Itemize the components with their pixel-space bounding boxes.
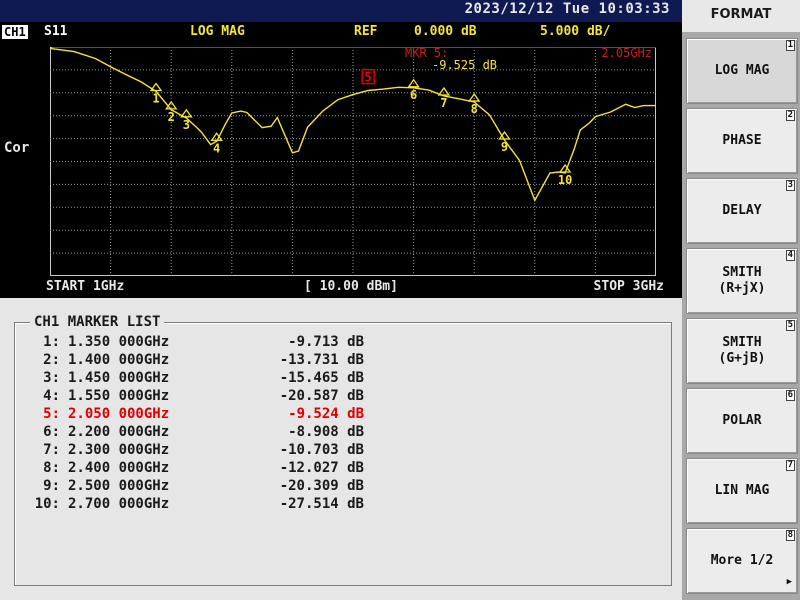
softkey-label: SMITH (R+jX) [718, 265, 766, 296]
marker-frequency: 1.450 000GHz [68, 370, 170, 386]
softkey-label: POLAR [722, 413, 762, 428]
softkey-number: 7 [785, 460, 795, 471]
softkey-label: PHASE [722, 133, 762, 148]
marker-number: 4: [43, 388, 60, 404]
marker-list-title: CH1 MARKER LIST [30, 314, 165, 330]
reference-label: REF [354, 24, 378, 39]
marker-value: -8.908 dB [288, 424, 364, 440]
softkey-menu-title: FORMAT [682, 0, 800, 32]
marker-1-label: 1 [152, 91, 159, 105]
start-frequency[interactable]: START 1GHz [46, 279, 124, 294]
softkey-lin-mag[interactable]: LIN MAG 7 [686, 458, 798, 524]
marker-number: 5: [43, 406, 60, 422]
marker-value: -9.524 dB [288, 406, 364, 422]
marker-readout-freq: 2.05GHz [601, 47, 652, 60]
reference-value: 0.000 dB [414, 24, 477, 39]
scale-value: 5.000 dB/ [540, 24, 611, 39]
marker-value: -15.465 dB [279, 370, 364, 386]
datetime: 2023/12/12 Tue 10:03:33 [464, 1, 670, 17]
marker-frequency: 2.200 000GHz [68, 424, 170, 440]
stop-frequency[interactable]: STOP 3GHz [594, 279, 664, 294]
marker-readout-value: -9.525 dB [432, 58, 497, 72]
marker-3-label: 3 [183, 118, 190, 132]
softkey-panel: FORMAT LOG MAG 1 PHASE 2 DELAY 3 SMITH (R+jX) 4… [682, 0, 800, 600]
trace-display: CH1 S11 LOG MAG REF 0.000 dB 5.000 dB/ C… [0, 22, 682, 298]
marker-frequency: 2.400 000GHz [68, 460, 170, 476]
softkey-smith-r-jx[interactable]: SMITH (R+jX) 4 [686, 248, 798, 314]
softkey-number: 8 [785, 530, 795, 541]
power-level[interactable]: [ 10.00 dBm] [304, 279, 398, 294]
format-label: LOG MAG [190, 24, 245, 39]
marker-4-label: 4 [213, 141, 220, 155]
status-bar: 2023/12/12 Tue 10:03:33 [0, 0, 682, 22]
marker-7-label: 7 [440, 96, 447, 110]
softkey-number: 2 [785, 110, 795, 121]
marker-number: 8: [43, 460, 60, 476]
trace-plot[interactable]: MKR 5: 2.05GHz -9.525 dB 1234567 8910 [50, 47, 656, 276]
marker-frequency: 1.350 000GHz [68, 334, 170, 350]
softkey-log-mag[interactable]: LOG MAG 1 [686, 38, 798, 104]
marker-value: -9.713 dB [288, 334, 364, 350]
softkey-label: SMITH (G+jB) [718, 335, 766, 366]
softkey-label: LOG MAG [714, 63, 770, 78]
softkey-polar[interactable]: POLAR 6 [686, 388, 798, 454]
marker-6-label: 6 [410, 88, 417, 102]
softkey-more-1-2[interactable]: More 1/2 8 ▶ [686, 528, 798, 594]
marker-number: 7: [43, 442, 60, 458]
marker-value: -10.703 dB [279, 442, 364, 458]
marker-8-label: 8 [471, 102, 478, 116]
marker-value: -20.587 dB [279, 388, 364, 404]
marker-value: -27.514 dB [279, 496, 364, 512]
softkey-number: 5 [785, 320, 795, 331]
marker-frequency: 2.300 000GHz [68, 442, 170, 458]
softkey-number: 6 [785, 390, 795, 401]
parameter-label: S11 [44, 24, 68, 39]
marker-value: -13.731 dB [279, 352, 364, 368]
marker-5-label: 5 [364, 71, 372, 86]
softkey-smith-g-jb[interactable]: SMITH (G+jB) 5 [686, 318, 798, 384]
softkey-label: LIN MAG [714, 483, 770, 498]
softkey-number: 4 [785, 250, 795, 261]
marker-number: 6: [43, 424, 60, 440]
marker-value: -20.309 dB [279, 478, 364, 494]
marker-9-label: 9 [501, 140, 508, 154]
softkey-phase[interactable]: PHASE 2 [686, 108, 798, 174]
softkey-number: 1 [785, 40, 795, 51]
marker-frequency: 1.550 000GHz [68, 388, 170, 404]
marker-2-label: 2 [168, 110, 175, 124]
marker-frequency: 2.700 000GHz [68, 496, 170, 512]
next-page-arrow-icon: ▶ [786, 577, 792, 587]
channel-label[interactable]: CH1 [2, 25, 28, 39]
marker-frequency: 2.050 000GHz [68, 406, 170, 422]
softkey-delay[interactable]: DELAY 3 [686, 178, 798, 244]
marker-number: 10: [34, 496, 60, 512]
softkey-label: DELAY [722, 203, 762, 218]
marker-frequency: 1.400 000GHz [68, 352, 170, 368]
marker-number: 3: [43, 370, 60, 386]
marker-number: 2: [43, 352, 60, 368]
softkey-number: 3 [785, 180, 795, 191]
sweep-info: START 1GHz [ 10.00 dBm] STOP 3GHz [40, 278, 668, 296]
marker-number: 1: [43, 334, 60, 350]
marker-10-label: 10 [558, 173, 572, 187]
marker-number: 9: [43, 478, 60, 494]
marker-list-panel: CH1 MARKER LIST 1: 1.350 000GHz -9.713 dB 2… [0, 298, 682, 600]
correction-label: Cor [4, 140, 30, 156]
marker-value: -12.027 dB [279, 460, 364, 476]
softkey-label: More 1/2 [710, 553, 774, 568]
marker-frequency: 2.500 000GHz [68, 478, 170, 494]
